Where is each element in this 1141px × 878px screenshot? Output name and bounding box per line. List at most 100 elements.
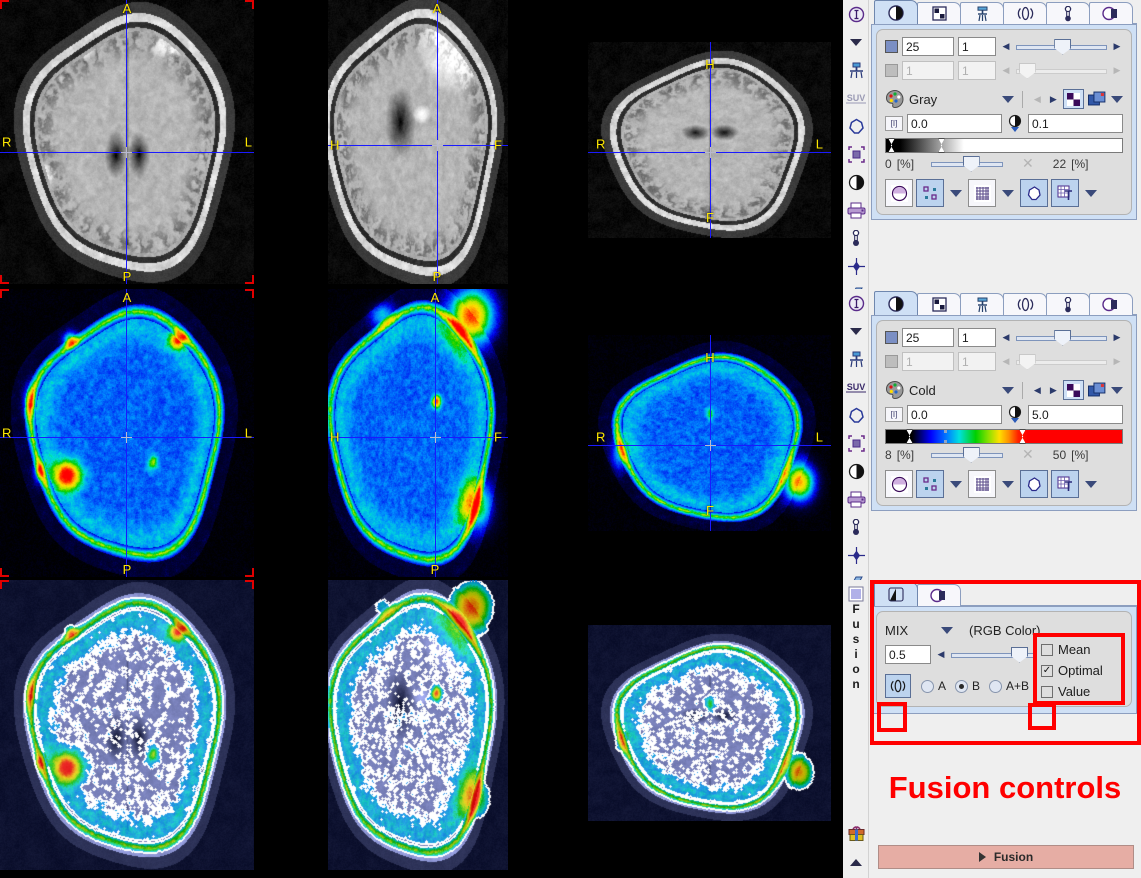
frame-next-button[interactable]: ▶ (1111, 356, 1123, 367)
tab-display[interactable] (1089, 293, 1133, 315)
frame-checkbox[interactable] (885, 355, 898, 368)
gift-icon[interactable] (843, 820, 869, 848)
suv-icon[interactable]: SUV (843, 84, 869, 112)
slice-prev-button[interactable]: ◀ (1000, 332, 1012, 343)
window-row[interactable]: [I] (885, 114, 1123, 133)
frame-checkbox[interactable] (885, 64, 898, 77)
suv-icon[interactable]: SUV (843, 373, 869, 401)
frame-prev-button[interactable]: ◀ (1000, 356, 1012, 367)
tab-layout[interactable] (917, 293, 961, 315)
slice-next-button[interactable]: ▶ (1111, 41, 1123, 52)
slice-slider[interactable] (1016, 38, 1107, 55)
layout-icon[interactable] (843, 345, 869, 373)
annotate-options-arrow[interactable] (1085, 480, 1097, 488)
info-icon[interactable] (843, 0, 869, 28)
scatter-options-arrow[interactable] (950, 480, 962, 488)
collapse-up-icon[interactable] (843, 848, 869, 876)
viewport-fusion-coronal[interactable] (588, 625, 831, 821)
tab-fusion[interactable] (1003, 2, 1047, 24)
frame-row[interactable]: ◀ ▶ (885, 352, 1123, 371)
tab-fusion-blend[interactable] (874, 582, 918, 606)
colormap-prev-button[interactable]: ◀ (1031, 94, 1043, 105)
chevron-down-icon[interactable] (843, 317, 869, 345)
viewport-mr-axial[interactable]: A P R L (0, 0, 254, 284)
colormap-prev-button[interactable]: ◀ (1031, 385, 1043, 396)
scale-slider[interactable] (931, 446, 1004, 463)
scatter-options-arrow[interactable] (950, 189, 962, 197)
tab-tools[interactable] (960, 2, 1004, 24)
thermometer-icon[interactable] (843, 224, 869, 252)
slice-checkbox[interactable] (885, 331, 898, 344)
annotate-button[interactable] (1051, 179, 1079, 207)
info-icon[interactable] (843, 289, 869, 317)
crosshair-icon[interactable] (843, 541, 869, 569)
grid-options-arrow[interactable] (1002, 189, 1014, 197)
roi-button[interactable] (1020, 179, 1048, 207)
option-value-checkbox[interactable] (1041, 685, 1053, 698)
colormap-dropdown-arrow[interactable] (1002, 386, 1015, 394)
window-max-input[interactable] (1028, 114, 1123, 133)
window-min-input[interactable] (907, 405, 1002, 424)
transparency-button[interactable] (885, 179, 913, 207)
viewport-fusion-axial[interactable] (0, 580, 254, 870)
invert-colormap-button[interactable] (1063, 380, 1085, 400)
fusion-mode-dropdown-arrow[interactable] (941, 627, 953, 634)
option-optimal-checkbox[interactable]: ✓ (1041, 664, 1053, 677)
window-row[interactable]: [I] (885, 405, 1123, 424)
scale-reset-icon[interactable]: ✕ (1022, 155, 1034, 172)
radio-b[interactable] (955, 679, 969, 693)
option-mean-checkbox[interactable] (1041, 643, 1053, 656)
toolbar-mr-tools[interactable]: SUV (843, 0, 869, 302)
printer-icon[interactable] (843, 485, 869, 513)
crosshair-icon[interactable] (843, 252, 869, 280)
frame-step-input[interactable] (958, 61, 996, 80)
tab-fusion[interactable] (1003, 293, 1047, 315)
frame-next-button[interactable]: ▶ (1111, 65, 1123, 76)
colormap-next-button[interactable]: ▶ (1047, 385, 1059, 396)
gray-gradient-bar[interactable] (885, 138, 1123, 153)
transparency-button[interactable] (885, 470, 913, 498)
tab-threshold[interactable] (1046, 293, 1090, 315)
tab-display[interactable] (1089, 2, 1133, 24)
slice-next-button[interactable]: ▶ (1111, 332, 1123, 343)
frame-step-input[interactable] (958, 352, 996, 371)
viewport-pet-coronal[interactable]: H F R L (588, 335, 831, 531)
thermometer-icon[interactable] (843, 513, 869, 541)
fit-icon[interactable] (843, 140, 869, 168)
roi-button[interactable] (1020, 470, 1048, 498)
viewport-pet-axial[interactable]: A P R L (0, 289, 254, 577)
grid-options-arrow[interactable] (1002, 480, 1014, 488)
frame-slider[interactable] (1016, 62, 1107, 79)
panel-mr-tabs[interactable] (871, 0, 1137, 24)
panel-pet-tabs[interactable] (871, 291, 1137, 315)
scale-row[interactable]: 8 [%] ✕ 50 [%] (885, 446, 1123, 463)
panel-fusion-tabs[interactable] (871, 582, 1137, 606)
frame-prev-button[interactable]: ◀ (1000, 65, 1012, 76)
shape-icon[interactable] (843, 112, 869, 140)
contrast-icon[interactable] (843, 457, 869, 485)
slice-slider[interactable] (1016, 329, 1107, 346)
window-max-input[interactable] (1028, 405, 1123, 424)
frame-value-input[interactable] (902, 352, 954, 371)
duplicate-colormap-icon[interactable] (1088, 91, 1107, 108)
annotate-options-arrow[interactable] (1085, 189, 1097, 197)
colormap-options-arrow[interactable] (1111, 95, 1123, 103)
colormap-dropdown-arrow[interactable] (1002, 95, 1015, 103)
frame-value-input[interactable] (902, 61, 954, 80)
option-optimal[interactable]: ✓ Optimal (1041, 660, 1113, 681)
frame-slider[interactable] (1016, 353, 1107, 370)
slice-value-input[interactable] (902, 328, 954, 347)
option-mean[interactable]: Mean (1041, 639, 1113, 660)
colormap-options-arrow[interactable] (1111, 386, 1123, 394)
viewport-mr-sagittal[interactable]: A P H F (328, 0, 508, 284)
colormap-row[interactable]: Cold ◀ ▶ (885, 380, 1123, 400)
viewport-pet-sagittal[interactable]: A P H F (328, 289, 508, 577)
grid-button[interactable] (968, 179, 996, 207)
display-buttons-row[interactable] (885, 179, 1123, 207)
scale-slider[interactable] (931, 155, 1004, 172)
slice-prev-button[interactable]: ◀ (1000, 41, 1012, 52)
printer-icon[interactable] (843, 196, 869, 224)
slice-row[interactable]: ◀ ▶ (885, 328, 1123, 347)
fusion-mix-input[interactable] (885, 645, 931, 664)
fit-icon[interactable] (843, 429, 869, 457)
